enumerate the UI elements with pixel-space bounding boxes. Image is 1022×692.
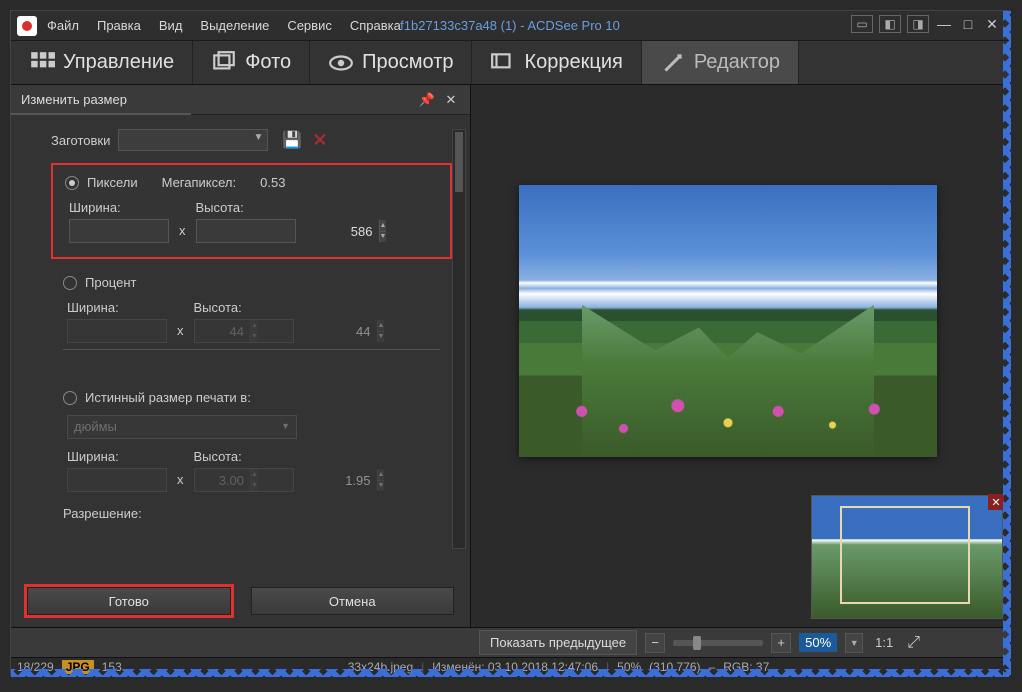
image-preview <box>519 185 937 457</box>
megapixel-value: 0.53 <box>260 175 285 190</box>
pct-width-label: Ширина: <box>67 300 167 315</box>
zoom-in-button[interactable]: + <box>771 633 791 653</box>
layout-icon-1[interactable]: ▭ <box>851 15 873 33</box>
px-height-label: Высота: <box>196 200 296 215</box>
fullscreen-icon[interactable]: ⤢ <box>907 634 920 652</box>
done-button[interactable]: Готово <box>27 587 231 615</box>
one-to-one-button[interactable]: 1:1 <box>875 635 893 650</box>
tab-view[interactable]: Просмотр <box>310 41 472 84</box>
eye-icon <box>328 50 354 76</box>
radio-print[interactable] <box>63 391 77 405</box>
navigator-thumbnail[interactable]: ✕ <box>811 495 1003 619</box>
pin-icon[interactable]: 📌 <box>418 91 436 109</box>
cancel-button[interactable]: Отмена <box>251 587 455 615</box>
radio-pixels[interactable] <box>65 176 79 190</box>
radio-print-label: Истинный размер печати в: <box>85 390 251 405</box>
menu-file[interactable]: Файл <box>47 18 79 33</box>
delete-preset-icon[interactable]: ✕ <box>312 130 327 151</box>
brush-icon <box>660 50 686 76</box>
menu-help[interactable]: Справка <box>350 18 401 33</box>
zoom-out-button[interactable]: − <box>645 633 665 653</box>
save-preset-icon[interactable]: 💾 <box>282 130 302 150</box>
px-height-input[interactable] <box>197 220 379 242</box>
photos-icon <box>211 50 237 76</box>
status-zoom: 50% <box>617 660 641 674</box>
presets-dropdown[interactable] <box>118 129 268 151</box>
tab-develop[interactable]: Коррекция <box>472 41 641 84</box>
maximize-button[interactable]: □ <box>959 15 977 33</box>
menu-select[interactable]: Выделение <box>200 18 269 33</box>
layout-icon-2[interactable]: ◧ <box>879 15 901 33</box>
panel-close-icon[interactable]: ✕ <box>442 91 460 109</box>
grid-icon <box>29 50 55 76</box>
panel-title: Изменить размер <box>21 92 412 107</box>
print-height-input <box>195 469 377 491</box>
spin-up-icon[interactable]: ▲ <box>380 220 387 232</box>
status-size: 153... <box>102 660 132 674</box>
presets-label: Заготовки <box>51 133 110 148</box>
menubar: Файл Правка Вид Выделение Сервис Справка <box>47 18 401 33</box>
status-dims: 33x24b.jpeg <box>348 660 413 674</box>
minimize-button[interactable]: — <box>935 15 953 33</box>
zoom-value[interactable]: 50% <box>799 633 837 652</box>
px-width-field[interactable]: ▲▼ <box>69 219 169 243</box>
menu-edit[interactable]: Правка <box>97 18 141 33</box>
status-coords: (310,776) <box>649 660 700 674</box>
radio-percent-label: Процент <box>85 275 136 290</box>
layout-icon-3[interactable]: ◨ <box>907 15 929 33</box>
tab-photo[interactable]: Фото <box>193 41 310 84</box>
x-separator: x <box>179 205 186 238</box>
menu-service[interactable]: Сервис <box>287 18 332 33</box>
status-rgb: RGB: 37 <box>723 660 769 674</box>
status-bar: 18/229 JPG 153... 33x24b.jpeg | Изменён:… <box>11 657 1009 675</box>
radio-percent[interactable] <box>63 276 77 290</box>
navigator-close-icon[interactable]: ✕ <box>988 494 1004 510</box>
canvas-area[interactable]: ✕ <box>471 85 1009 627</box>
tab-manage[interactable]: Управление <box>11 41 193 84</box>
resolution-label: Разрешение: <box>63 506 142 521</box>
panel-scrollbar[interactable] <box>452 129 466 549</box>
zoom-slider[interactable] <box>673 640 763 646</box>
px-width-label: Ширина: <box>69 200 169 215</box>
print-group: Истинный размер печати в: дюймы Ширина: … <box>51 380 452 535</box>
close-button[interactable]: ✕ <box>983 15 1001 33</box>
print-width-label: Ширина: <box>67 449 167 464</box>
percent-group: Процент Ширина: ▲▼ x Высота: ▲▼ <box>51 265 452 374</box>
px-height-field[interactable]: ▲▼ <box>196 219 296 243</box>
print-height-label: Высота: <box>194 449 294 464</box>
zoom-dropdown[interactable]: ▼ <box>845 633 863 653</box>
status-counter: 18/229 <box>17 660 54 674</box>
pct-height-input <box>195 320 377 342</box>
pct-height-label: Высота: <box>194 300 294 315</box>
pixels-group: Пиксели Мегапиксел: 0.53 Ширина: ▲▼ x <box>51 163 452 259</box>
print-units-dropdown[interactable]: дюймы <box>67 415 297 439</box>
menu-view[interactable]: Вид <box>159 18 183 33</box>
megapixel-label: Мегапиксел: <box>162 175 237 190</box>
tab-editor[interactable]: Редактор <box>642 41 799 84</box>
show-previous-button[interactable]: Показать предыдущее <box>479 630 637 655</box>
radio-pixels-label: Пиксели <box>87 175 138 190</box>
main-tabs: Управление Фото Просмотр Коррекция Редак… <box>11 41 1009 85</box>
spin-down-icon[interactable]: ▼ <box>380 232 387 243</box>
status-modified: Изменён: 03.10.2018 12:47:06 <box>432 660 598 674</box>
sliders-icon <box>490 50 516 76</box>
app-logo <box>17 16 37 36</box>
status-format-badge: JPG <box>62 660 94 674</box>
navigator-frame[interactable] <box>840 506 970 604</box>
